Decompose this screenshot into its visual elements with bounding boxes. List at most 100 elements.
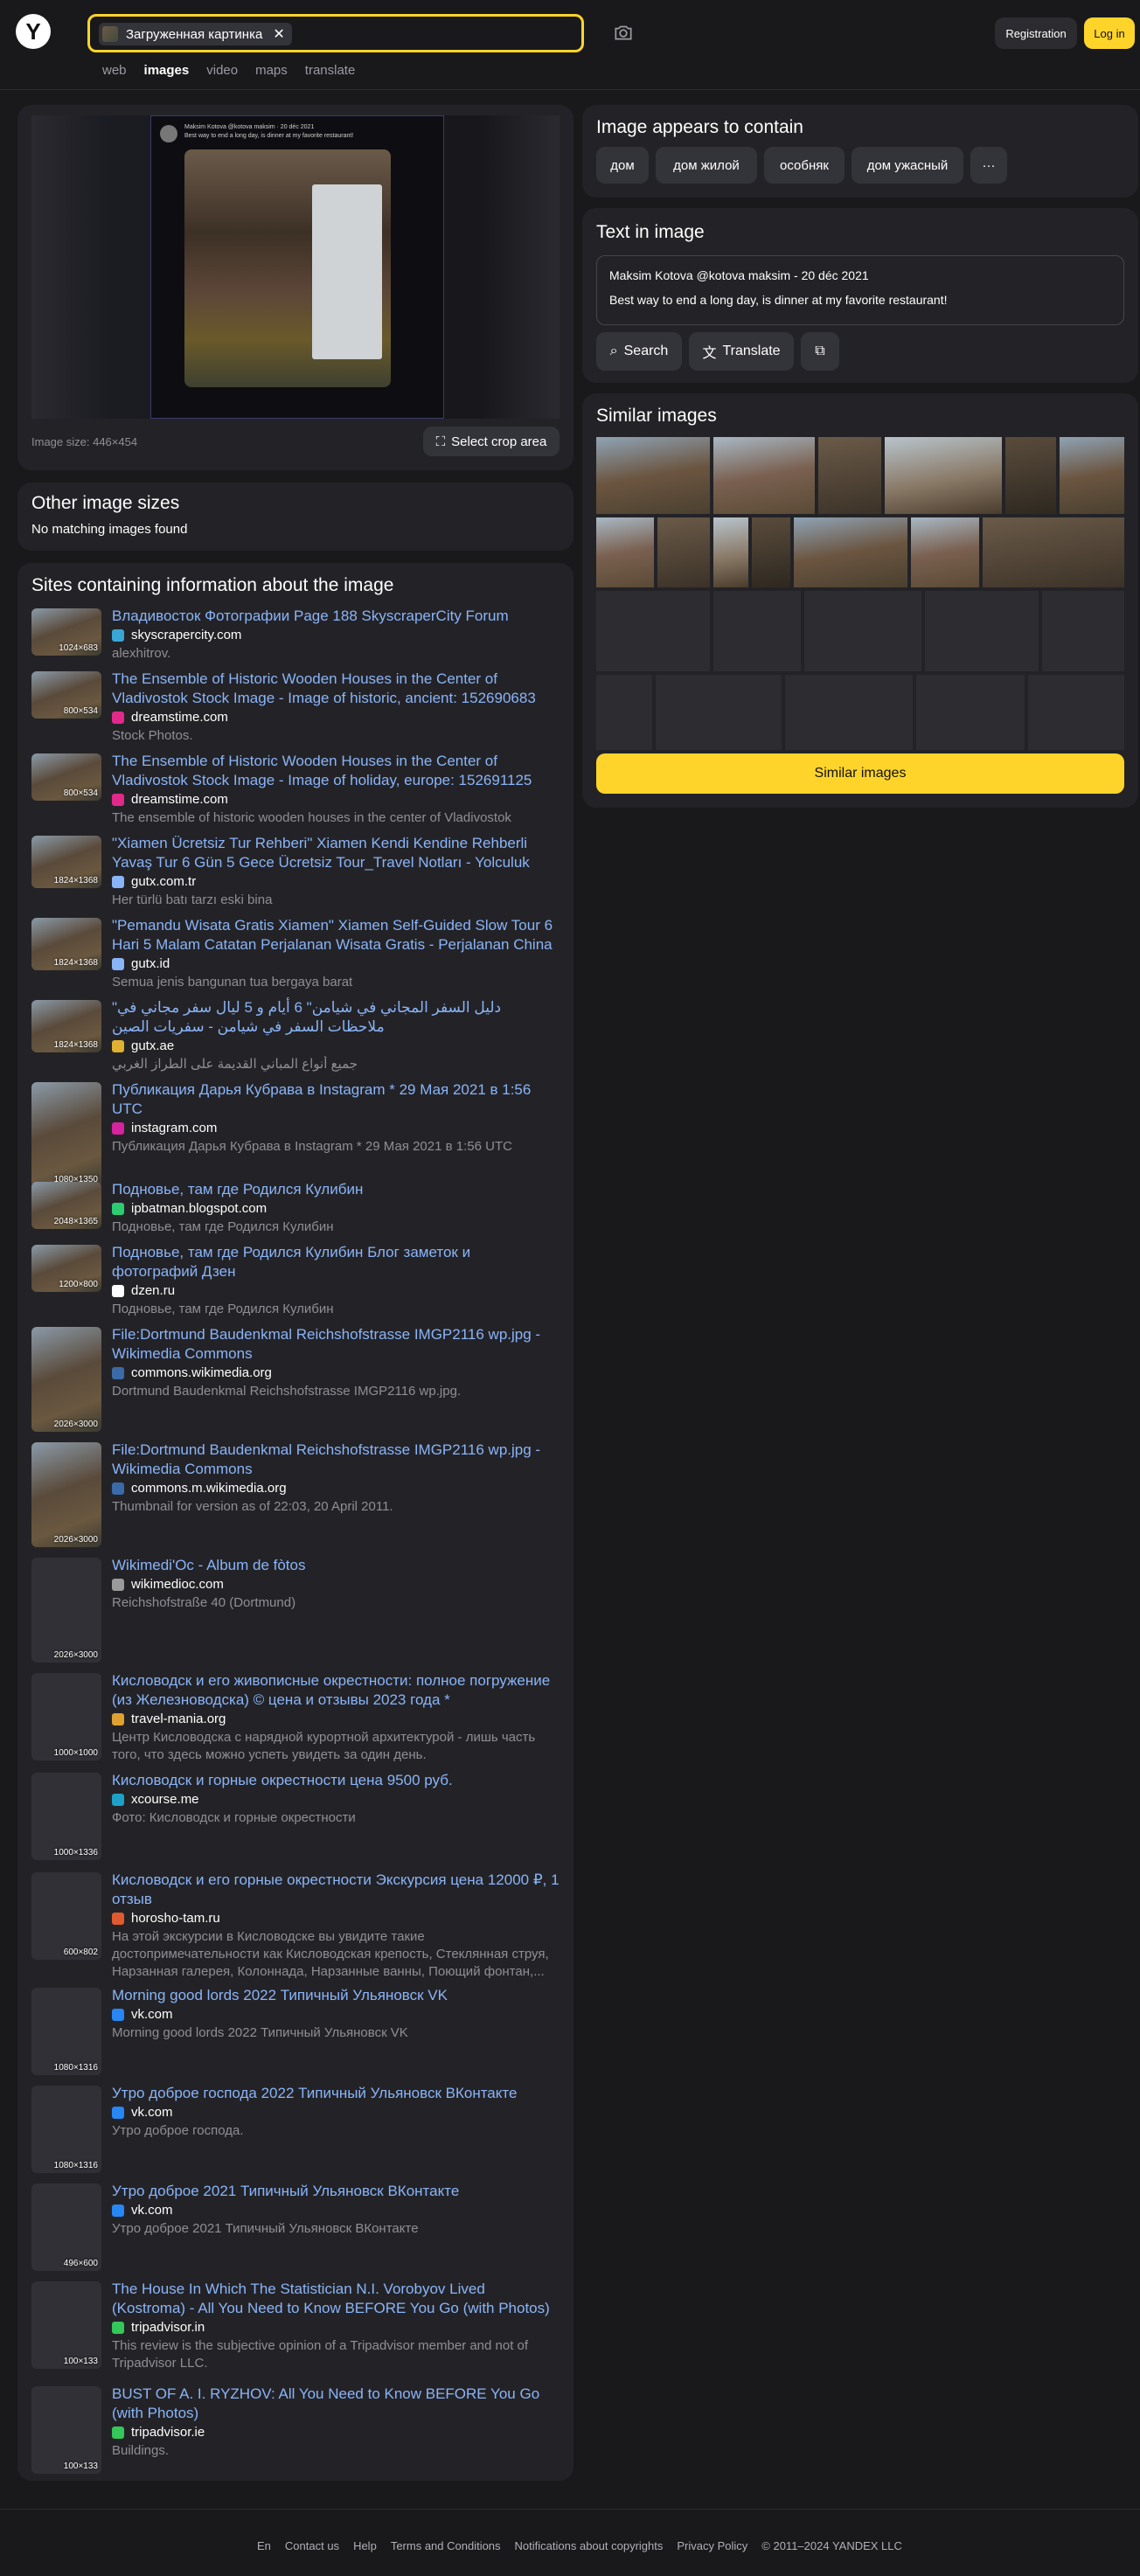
similar-image[interactable]: [713, 437, 815, 514]
result-domain[interactable]: horosho-tam.ru: [112, 1911, 220, 1926]
result-domain[interactable]: wikimedioc.com: [112, 1577, 224, 1592]
tab-images[interactable]: images: [144, 63, 190, 78]
result-thumbnail[interactable]: 2048×1365: [31, 1182, 101, 1229]
camera-icon[interactable]: [612, 21, 635, 44]
tag-dom-uzhasny[interactable]: дом ужасный: [852, 147, 963, 184]
similar-image[interactable]: [794, 517, 907, 587]
similar-image[interactable]: [657, 517, 710, 587]
similar-image[interactable]: [713, 517, 748, 587]
search-text-button[interactable]: ⌕ Search: [596, 332, 682, 371]
search-box[interactable]: Загруженная картинка ✕: [87, 14, 584, 52]
result-title-link[interactable]: Утро доброе господа 2022 Типичный Ульяно…: [112, 2084, 560, 2103]
similar-image-placeholder[interactable]: [916, 675, 1025, 750]
tag-dom[interactable]: дом: [596, 147, 649, 184]
result-thumbnail[interactable]: 496×600: [31, 2184, 101, 2271]
similar-image[interactable]: [596, 437, 710, 514]
tab-translate[interactable]: translate: [305, 63, 356, 78]
copy-icon[interactable]: ⧉: [801, 332, 839, 371]
result-thumbnail[interactable]: 1824×1368: [31, 1000, 101, 1052]
similar-image[interactable]: [1060, 437, 1124, 514]
result-thumbnail[interactable]: 800×534: [31, 753, 101, 801]
similar-image-placeholder[interactable]: [596, 675, 652, 750]
result-thumbnail[interactable]: 1000×1336: [31, 1773, 101, 1860]
registration-button[interactable]: Registration: [995, 17, 1077, 49]
result-title-link[interactable]: "Xiamen Ücretsiz Tur Rehberi" Xiamen Ken…: [112, 834, 560, 872]
footer-terms[interactable]: Terms and Conditions: [391, 2539, 501, 2552]
footer-privacy[interactable]: Privacy Policy: [677, 2539, 747, 2552]
result-thumbnail[interactable]: 2026×3000: [31, 1558, 101, 1663]
result-domain[interactable]: instagram.com: [112, 1121, 217, 1135]
result-domain[interactable]: tripadvisor.ie: [112, 2425, 205, 2440]
result-thumbnail[interactable]: 2026×3000: [31, 1442, 101, 1547]
result-thumbnail[interactable]: 1824×1368: [31, 918, 101, 970]
result-thumbnail[interactable]: 1200×800: [31, 1245, 101, 1292]
similar-image[interactable]: [596, 517, 654, 587]
result-domain[interactable]: dzen.ru: [112, 1283, 175, 1298]
similar-image-placeholder[interactable]: [656, 675, 782, 750]
result-title-link[interactable]: Владивосток Фотографии Page 188 Skyscrap…: [112, 607, 560, 626]
similar-image[interactable]: [752, 517, 790, 587]
result-title-link[interactable]: Подновье, там где Родился Кулибин Блог з…: [112, 1243, 560, 1281]
result-title-link[interactable]: Подновье, там где Родился Кулибин: [112, 1180, 560, 1199]
footer-lang[interactable]: En: [257, 2539, 271, 2552]
result-title-link[interactable]: File:Dortmund Baudenkmal Reichshofstrass…: [112, 1325, 560, 1364]
result-domain[interactable]: vk.com: [112, 2105, 173, 2120]
result-title-link[interactable]: The Ensemble of Historic Wooden Houses i…: [112, 670, 560, 708]
result-title-link[interactable]: Morning good lords 2022 Типичный Ульянов…: [112, 1986, 560, 2005]
result-title-link[interactable]: Кисловодск и горные окрестности цена 950…: [112, 1771, 560, 1790]
result-thumbnail[interactable]: 600×802: [31, 1872, 101, 1960]
result-domain[interactable]: dreamstime.com: [112, 710, 228, 725]
result-domain[interactable]: tripadvisor.in: [112, 2320, 205, 2335]
tab-web[interactable]: web: [102, 63, 127, 78]
result-thumbnail[interactable]: 100×133: [31, 2281, 101, 2369]
result-title-link[interactable]: File:Dortmund Baudenkmal Reichshofstrass…: [112, 1441, 560, 1479]
result-domain[interactable]: gutx.com.tr: [112, 874, 196, 889]
result-domain[interactable]: vk.com: [112, 2203, 173, 2218]
result-domain[interactable]: gutx.id: [112, 956, 170, 971]
result-domain[interactable]: commons.wikimedia.org: [112, 1365, 272, 1380]
result-thumbnail[interactable]: 1824×1368: [31, 836, 101, 888]
result-title-link[interactable]: Кисловодск и его живописные окрестности:…: [112, 1671, 560, 1710]
result-title-link[interactable]: Публикация Дарья Кубрава в Instagram * 2…: [112, 1080, 560, 1119]
close-icon[interactable]: ✕: [273, 25, 284, 43]
footer-copyright-notices[interactable]: Notifications about copyrights: [515, 2539, 664, 2552]
result-thumbnail[interactable]: 100×133: [31, 2386, 101, 2474]
yandex-logo[interactable]: Y: [16, 14, 51, 49]
similar-image[interactable]: [818, 437, 881, 514]
result-title-link[interactable]: "Pemandu Wisata Gratis Xiamen" Xiamen Se…: [112, 916, 560, 955]
more-icon[interactable]: ···: [970, 147, 1007, 184]
similar-image-placeholder[interactable]: [596, 591, 710, 671]
similar-image-placeholder[interactable]: [785, 675, 913, 750]
similar-image[interactable]: [885, 437, 1002, 514]
recognized-text[interactable]: Maksim Kotova @kotova maksim - 20 déc 20…: [596, 255, 1124, 325]
similar-image[interactable]: [1005, 437, 1056, 514]
similar-image-placeholder[interactable]: [1028, 675, 1124, 750]
result-title-link[interactable]: BUST OF A. I. RYZHOV: All You Need to Kn…: [112, 2385, 560, 2423]
result-title-link[interactable]: The Ensemble of Historic Wooden Houses i…: [112, 752, 560, 790]
result-domain[interactable]: xcourse.me: [112, 1792, 199, 1807]
similar-image[interactable]: [911, 517, 979, 587]
result-domain[interactable]: skyscrapercity.com: [112, 628, 241, 642]
similar-image-placeholder[interactable]: [1042, 591, 1124, 671]
result-title-link[interactable]: The House In Which The Statistician N.I.…: [112, 2280, 560, 2318]
preview-image[interactable]: Maksim Kotova @kotova maksim · 20 déc 20…: [150, 115, 444, 419]
result-domain[interactable]: vk.com: [112, 2007, 173, 2022]
similar-image-placeholder[interactable]: [713, 591, 801, 671]
tab-maps[interactable]: maps: [255, 63, 288, 78]
uploaded-image-chip[interactable]: Загруженная картинка ✕: [99, 23, 292, 45]
result-thumbnail[interactable]: 1000×1000: [31, 1673, 101, 1760]
result-title-link[interactable]: Кисловодск и его горные окрестности Экск…: [112, 1871, 560, 1909]
similar-image-placeholder[interactable]: [925, 591, 1039, 671]
result-domain[interactable]: commons.m.wikimedia.org: [112, 1481, 287, 1496]
similar-image-placeholder[interactable]: [804, 591, 921, 671]
translate-button[interactable]: 文 Translate: [689, 332, 794, 371]
result-title-link[interactable]: Утро доброе 2021 Типичный Ульяновск ВКон…: [112, 2182, 560, 2201]
result-thumbnail[interactable]: 2026×3000: [31, 1327, 101, 1432]
select-crop-button[interactable]: ⛶ Select crop area: [423, 427, 560, 456]
result-title-link[interactable]: "دليل السفر المجاني في شيامن" 6 أيام و 5…: [112, 998, 560, 1037]
tab-video[interactable]: video: [206, 63, 238, 78]
result-domain[interactable]: travel-mania.org: [112, 1712, 226, 1726]
result-thumbnail[interactable]: 1080×1316: [31, 2086, 101, 2173]
result-thumbnail[interactable]: 1080×1316: [31, 1988, 101, 2075]
tag-osobnyak[interactable]: особняк: [764, 147, 845, 184]
